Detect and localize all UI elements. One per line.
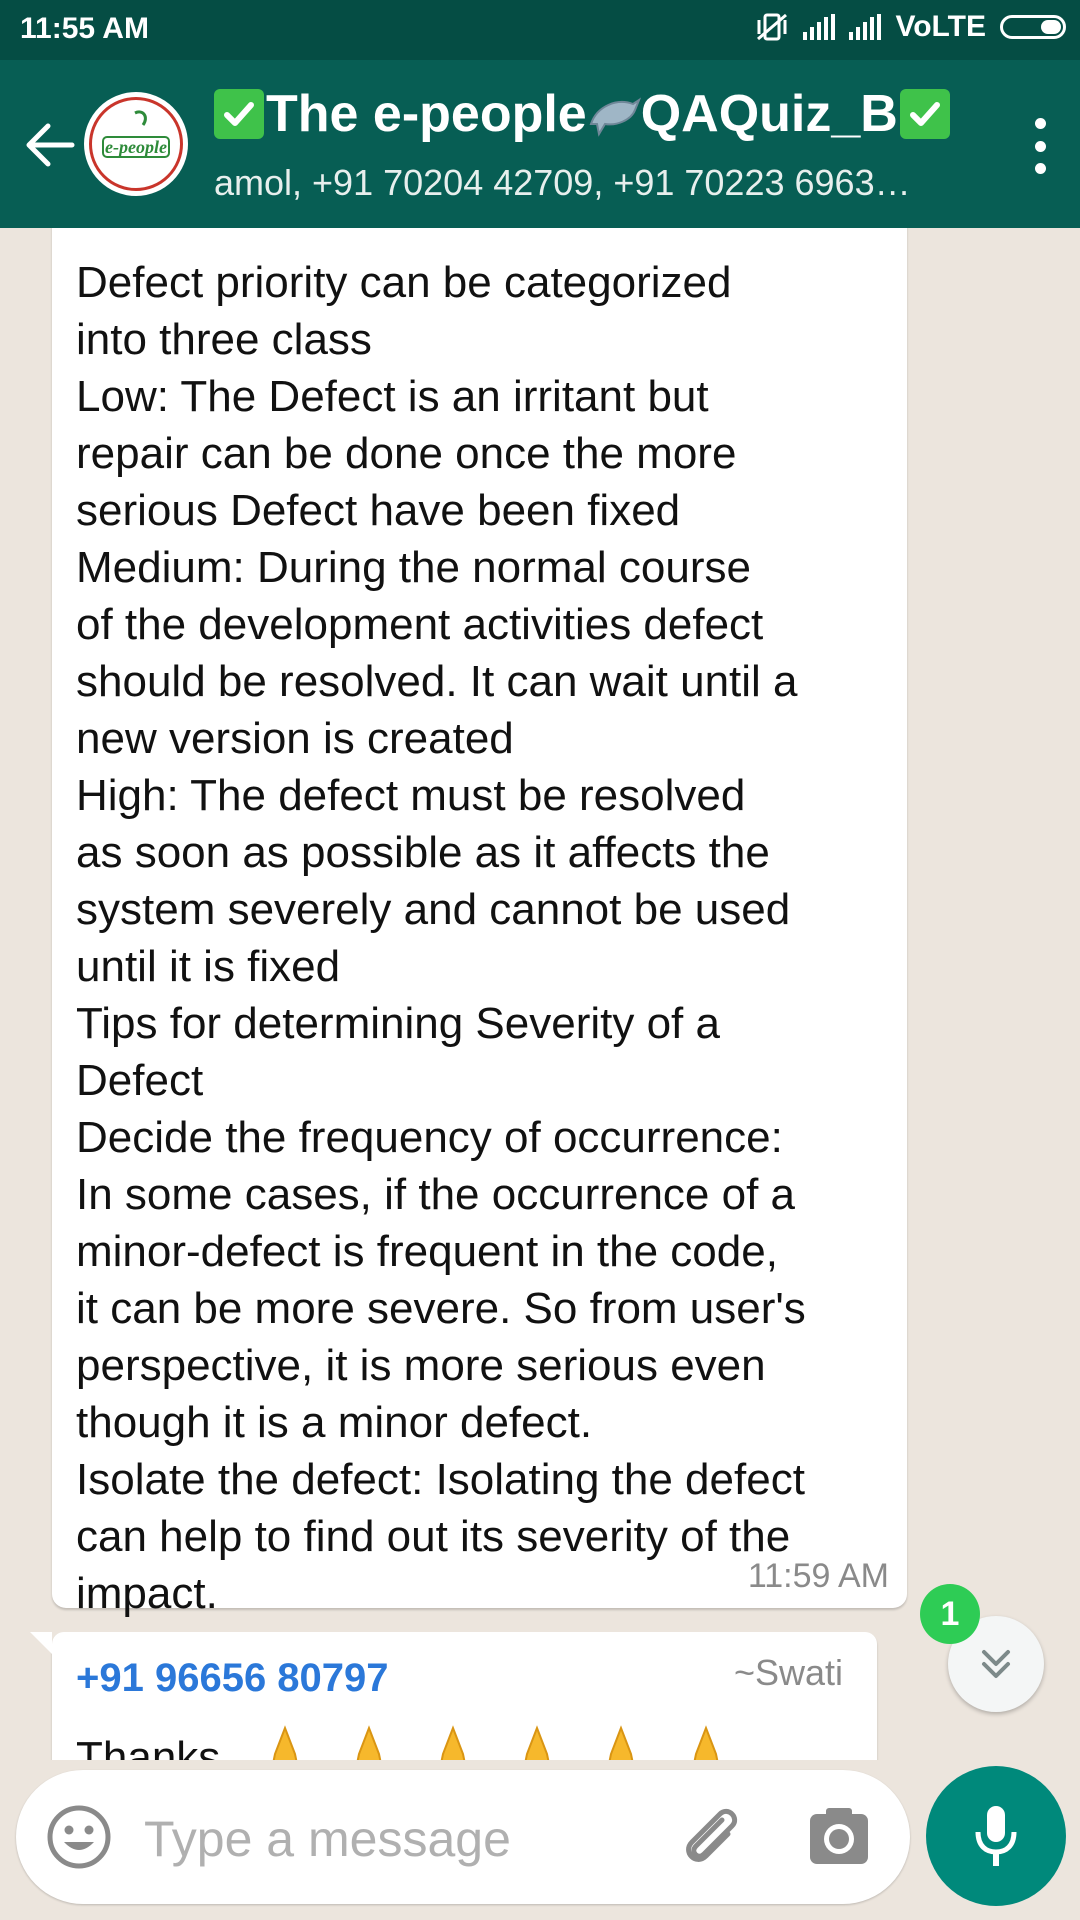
folded-hands-icon [609, 1725, 634, 1760]
folded-hands-icon [693, 1725, 718, 1760]
folded-hands-icon [440, 1725, 466, 1760]
group-name: The e-people [266, 85, 587, 143]
message-bubble[interactable]: Defect priority can be categorized into … [52, 228, 907, 1618]
check-mark-icon [214, 89, 264, 139]
signal-strength-2-icon [849, 14, 882, 40]
back-arrow-icon[interactable] [22, 118, 76, 172]
e-people-logo-icon: e-people [102, 110, 170, 158]
group-avatar[interactable]: e-people [84, 92, 188, 196]
signal-strength-icon [803, 14, 836, 40]
double-chevron-down-icon [982, 1650, 1010, 1678]
folded-hands-icon [356, 1725, 381, 1760]
message-composer: Type a message [16, 1770, 910, 1904]
group-title[interactable]: The e-people QAQuiz_B [212, 84, 952, 144]
overflow-menu-icon[interactable] [1030, 118, 1050, 174]
silent-vibrate-icon [757, 13, 788, 41]
camera-icon[interactable] [806, 1804, 872, 1870]
folded-hands-icon [272, 1725, 297, 1760]
unread-count-badge: 1 [920, 1584, 980, 1644]
sender-push-name: ~Swati [733, 1652, 843, 1693]
network-type: VoLTE [895, 10, 986, 43]
status-bar: 11:55 AM VoLTE [0, 0, 1080, 60]
chat-area[interactable]: Defect priority can be categorized into … [0, 228, 1080, 1760]
group-participants[interactable]: amol, +91 70204 42709, +91 70223 6963… [214, 162, 954, 204]
message-input[interactable]: Type a message [144, 1810, 511, 1868]
chat-header: e-people The e-people QAQuiz_B amol, +91… [0, 60, 1080, 228]
paperclip-icon[interactable] [676, 1802, 746, 1872]
message-sender[interactable]: +91 96656 80797 [76, 1656, 389, 1701]
status-time: 11:55 AM [20, 12, 149, 45]
folded-hands-icon [525, 1725, 550, 1760]
message-text-row: Thanks [76, 1724, 726, 1760]
voice-record-button[interactable] [926, 1766, 1066, 1906]
check-mark-icon [899, 89, 950, 139]
message-text: Thanks [76, 1733, 221, 1760]
dolphin-icon [589, 97, 641, 137]
message-text: Defect priority can be categorized into … [76, 258, 806, 1618]
emoji-icon[interactable] [46, 1804, 112, 1870]
microphone-icon [975, 1806, 1017, 1866]
message-bubble[interactable]: +91 96656 80797 ~Swati Thanks [30, 1632, 877, 1760]
group-name-suffix: QAQuiz_B [640, 85, 898, 143]
svg-text:e-people: e-people [105, 137, 167, 157]
status-icons: VoLTE [755, 10, 1066, 44]
battery-icon [1000, 15, 1066, 39]
message-time: 11:59 AM [747, 1557, 889, 1595]
